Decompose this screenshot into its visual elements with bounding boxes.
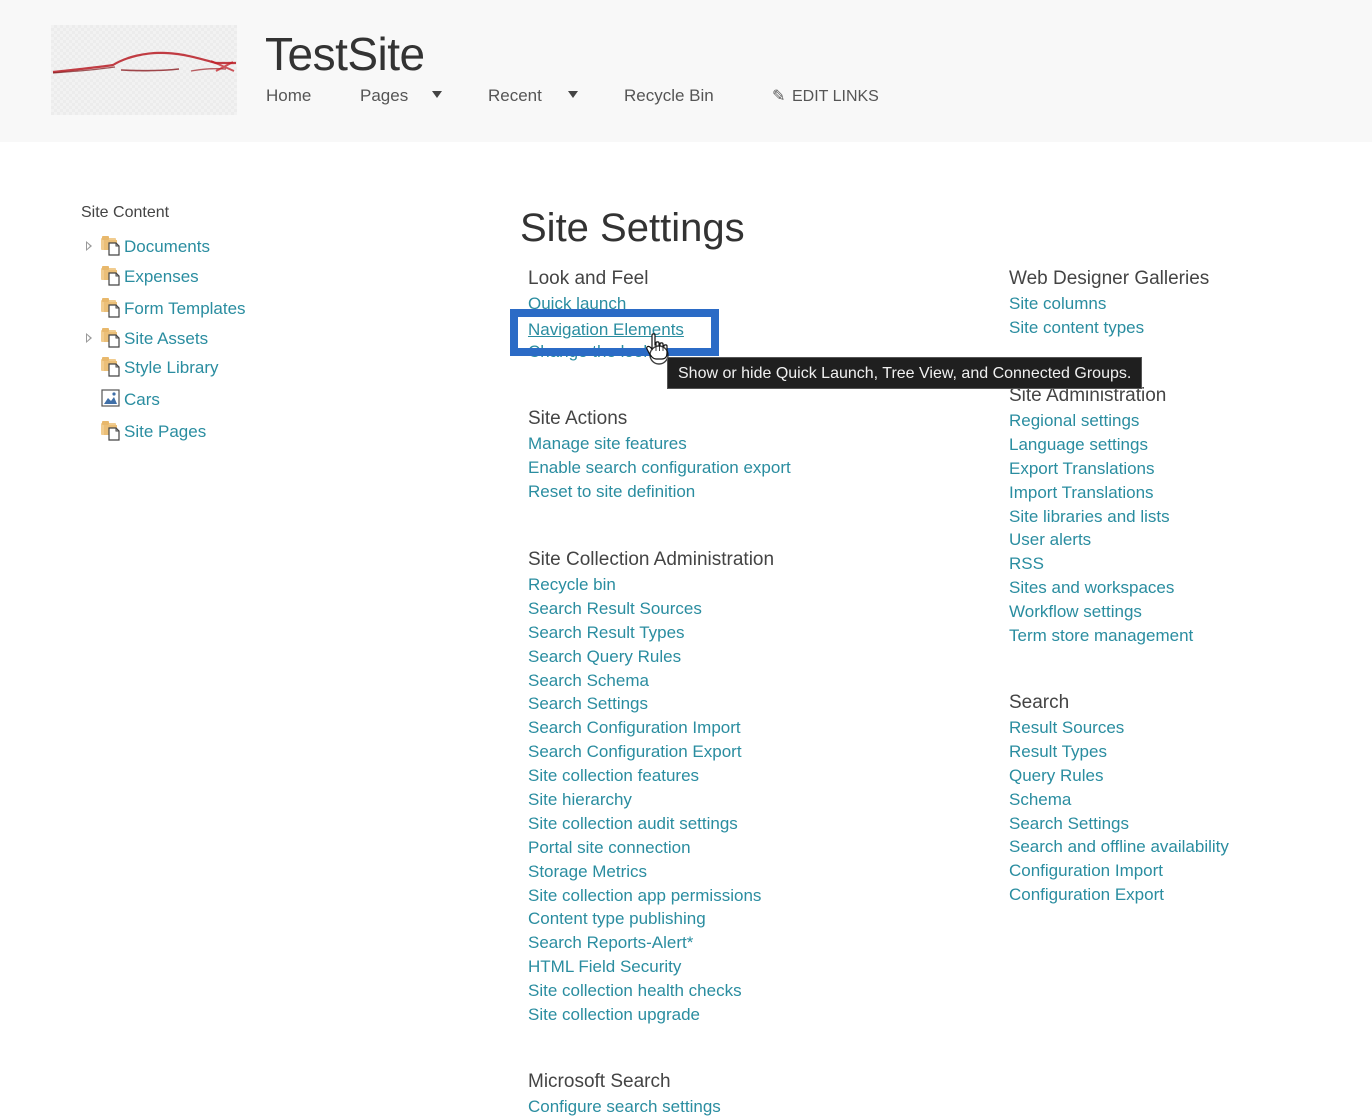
link-search-settings[interactable]: Search Settings (528, 692, 774, 716)
link-result-types[interactable]: Result Types (1009, 740, 1229, 764)
picture-library-icon (101, 389, 123, 409)
link-manage-site-features[interactable]: Manage site features (528, 432, 791, 456)
link-site-libraries-and-lists[interactable]: Site libraries and lists (1009, 505, 1193, 529)
car-silhouette-logo (52, 51, 236, 74)
link-workflow-settings[interactable]: Workflow settings (1009, 600, 1193, 624)
link-search-settings[interactable]: Search Settings (1009, 812, 1229, 836)
section-title: Search (1009, 692, 1070, 713)
tooltip: Show or hide Quick Launch, Tree View, an… (667, 357, 1143, 389)
link-portal-site-connection[interactable]: Portal site connection (528, 836, 774, 860)
link-search-result-sources[interactable]: Search Result Sources (528, 597, 774, 621)
edit-links-button[interactable]: ✎ EDIT LINKS (772, 86, 879, 106)
section-web-designer-galleries: Web Designer Galleries Site columns Site c… (1009, 266, 1209, 340)
section-title: Look and Feel (528, 268, 649, 289)
tree-item-label[interactable]: Documents (124, 237, 210, 257)
expand-icon[interactable] (86, 333, 92, 343)
nav-pages[interactable]: Pages (360, 86, 408, 106)
section-title: Site Collection Administration (528, 549, 775, 570)
section-title: Web Designer Galleries (1009, 268, 1210, 289)
link-search-result-types[interactable]: Search Result Types (528, 621, 774, 645)
section-title: Site Actions (528, 408, 628, 429)
pencil-icon: ✎ (772, 88, 786, 105)
link-import-translations[interactable]: Import Translations (1009, 481, 1193, 505)
link-search-query-rules[interactable]: Search Query Rules (528, 645, 774, 669)
recent-dropdown-icon[interactable] (568, 91, 578, 98)
link-site-collection-app-permissions[interactable]: Site collection app permissions (528, 884, 774, 908)
site-content-heading[interactable]: Site Content (81, 204, 169, 222)
nav-recycle-bin[interactable]: Recycle Bin (624, 86, 714, 106)
tree-item-label[interactable]: Form Templates (124, 299, 246, 319)
link-query-rules[interactable]: Query Rules (1009, 764, 1229, 788)
quick-launch: Site Content (81, 204, 169, 222)
link-recycle-bin[interactable]: Recycle bin (528, 573, 774, 597)
document-library-icon (101, 328, 123, 348)
link-sites-and-workspaces[interactable]: Sites and workspaces (1009, 576, 1193, 600)
link-configuration-import[interactable]: Configuration Import (1009, 859, 1229, 883)
link-search-schema[interactable]: Search Schema (528, 669, 774, 693)
link-result-sources[interactable]: Result Sources (1009, 716, 1229, 740)
tree-item-label[interactable]: Site Assets (124, 329, 208, 349)
link-regional-settings[interactable]: Regional settings (1009, 409, 1193, 433)
section-search: Search Result Sources Result Types Query Ru… (1009, 690, 1229, 907)
tree-item-label[interactable]: Style Library (124, 358, 218, 378)
section-site-actions: Site Actions Manage site features Enable s… (528, 406, 791, 504)
link-site-collection-features[interactable]: Site collection features (528, 764, 774, 788)
link-enable-search-configuration-export[interactable]: Enable search configuration export (528, 456, 791, 480)
expand-icon[interactable] (86, 241, 92, 251)
link-export-translations[interactable]: Export Translations (1009, 457, 1193, 481)
link-rss[interactable]: RSS (1009, 552, 1193, 576)
link-term-store-management[interactable]: Term store management (1009, 624, 1193, 648)
link-site-collection-health-checks[interactable]: Site collection health checks (528, 979, 774, 1003)
link-schema[interactable]: Schema (1009, 788, 1229, 812)
site-header: TestSite Home Pages Recent Recycle Bin ✎… (0, 0, 1372, 142)
link-search-and-offline-availability[interactable]: Search and offline availability (1009, 835, 1229, 859)
link-reset-to-site-definition[interactable]: Reset to site definition (528, 480, 791, 504)
document-library-icon (101, 421, 123, 441)
link-storage-metrics[interactable]: Storage Metrics (528, 860, 774, 884)
section-title: Microsoft Search (528, 1071, 671, 1092)
nav-recent[interactable]: Recent (488, 86, 542, 106)
edit-links-label: EDIT LINKS (792, 88, 879, 105)
link-content-type-publishing[interactable]: Content type publishing (528, 907, 774, 931)
site-logo[interactable] (51, 25, 237, 115)
link-site-content-types[interactable]: Site content types (1009, 316, 1209, 340)
page-title: Site Settings (520, 206, 745, 250)
tree-item-label[interactable]: Expenses (124, 267, 199, 287)
pages-dropdown-icon[interactable] (432, 91, 442, 98)
link-site-collection-upgrade[interactable]: Site collection upgrade (528, 1003, 774, 1027)
document-library-icon (101, 266, 123, 286)
link-search-reports-alert[interactable]: Search Reports-Alert* (528, 931, 774, 955)
section-microsoft-search: Microsoft Search Configure search setting… (528, 1069, 721, 1119)
link-language-settings[interactable]: Language settings (1009, 433, 1193, 457)
link-search-configuration-import[interactable]: Search Configuration Import (528, 716, 774, 740)
nav-home[interactable]: Home (266, 86, 311, 106)
link-user-alerts[interactable]: User alerts (1009, 528, 1193, 552)
section-site-collection-administration: Site Collection Administration Recycle bi… (528, 547, 774, 1027)
site-title[interactable]: TestSite (265, 27, 425, 81)
section-site-administration: Site Administration Regional settings Lang… (1009, 383, 1193, 648)
link-configuration-export[interactable]: Configuration Export (1009, 883, 1229, 907)
link-html-field-security[interactable]: HTML Field Security (528, 955, 774, 979)
tree-item-label[interactable]: Cars (124, 390, 160, 410)
document-library-icon (101, 298, 123, 318)
link-site-hierarchy[interactable]: Site hierarchy (528, 788, 774, 812)
document-library-icon (101, 236, 123, 256)
link-search-configuration-export[interactable]: Search Configuration Export (528, 740, 774, 764)
document-library-icon (101, 357, 123, 377)
link-configure-search-settings[interactable]: Configure search settings (528, 1095, 721, 1119)
tree-item-label[interactable]: Site Pages (124, 422, 206, 442)
link-site-collection-audit-settings[interactable]: Site collection audit settings (528, 812, 774, 836)
link-site-columns[interactable]: Site columns (1009, 292, 1209, 316)
